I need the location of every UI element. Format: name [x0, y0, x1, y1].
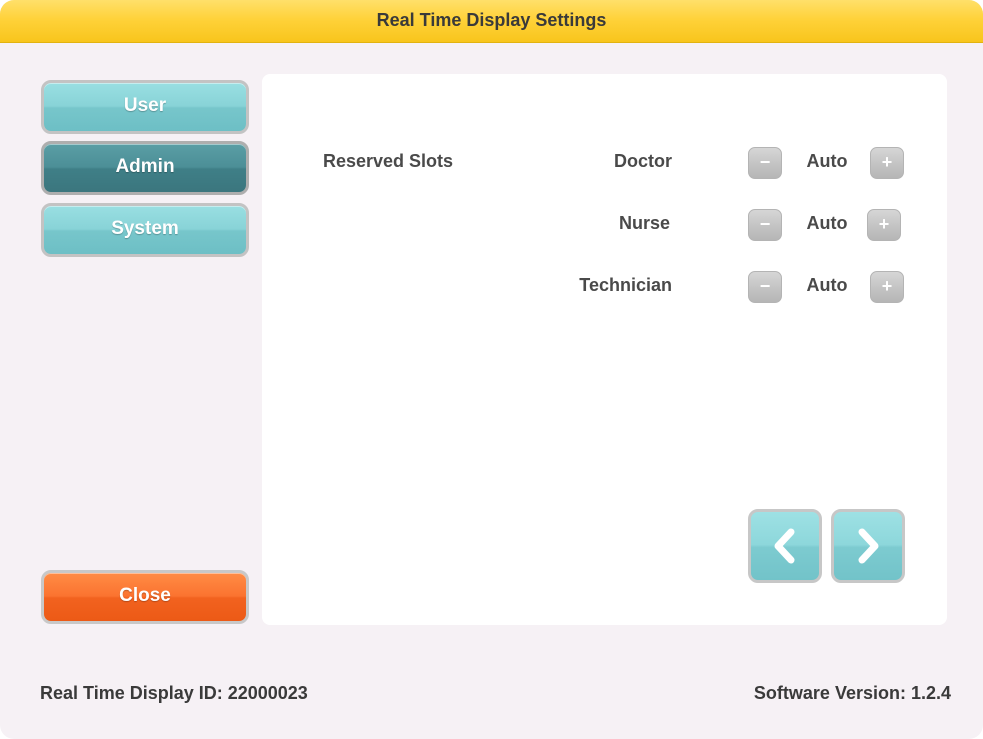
- slot-value-technician: Auto: [806, 275, 848, 295]
- sidebar-item-user[interactable]: User: [41, 80, 249, 134]
- doctor-increment-button[interactable]: +: [870, 147, 904, 179]
- plus-icon: +: [881, 152, 893, 172]
- slot-name-doctor: Doctor: [614, 151, 672, 171]
- close-button[interactable]: Close: [41, 570, 249, 624]
- slot-value-nurse: Auto: [806, 213, 848, 233]
- previous-page-button[interactable]: [748, 509, 822, 583]
- slot-name-technician: Technician: [579, 275, 672, 295]
- window-title: Real Time Display Settings: [0, 0, 983, 43]
- slot-value-doctor: Auto: [806, 151, 848, 171]
- display-id-text: Real Time Display ID: 22000023: [40, 683, 308, 703]
- slot-name-nurse: Nurse: [618, 213, 670, 233]
- technician-increment-button[interactable]: +: [870, 271, 904, 303]
- nurse-decrement-button[interactable]: −: [748, 209, 782, 241]
- technician-decrement-button[interactable]: −: [748, 271, 782, 303]
- next-page-button[interactable]: [831, 509, 905, 583]
- nurse-increment-button[interactable]: +: [867, 209, 901, 241]
- plus-icon: +: [878, 214, 890, 234]
- sidebar-item-admin[interactable]: Admin: [41, 141, 249, 195]
- reserved-slots-label: Reserved Slots: [323, 151, 454, 171]
- doctor-decrement-button[interactable]: −: [748, 147, 782, 179]
- minus-icon: −: [759, 214, 771, 234]
- plus-icon: +: [881, 276, 893, 296]
- minus-icon: −: [759, 276, 771, 296]
- sidebar-item-system[interactable]: System: [41, 203, 249, 257]
- settings-window: Real Time Display Settings User Admin Sy…: [0, 0, 983, 739]
- software-version-text: Software Version: 1.2.4: [753, 683, 951, 703]
- chevron-right-icon: [858, 528, 879, 564]
- minus-icon: −: [759, 152, 771, 172]
- chevron-left-icon: [774, 528, 795, 564]
